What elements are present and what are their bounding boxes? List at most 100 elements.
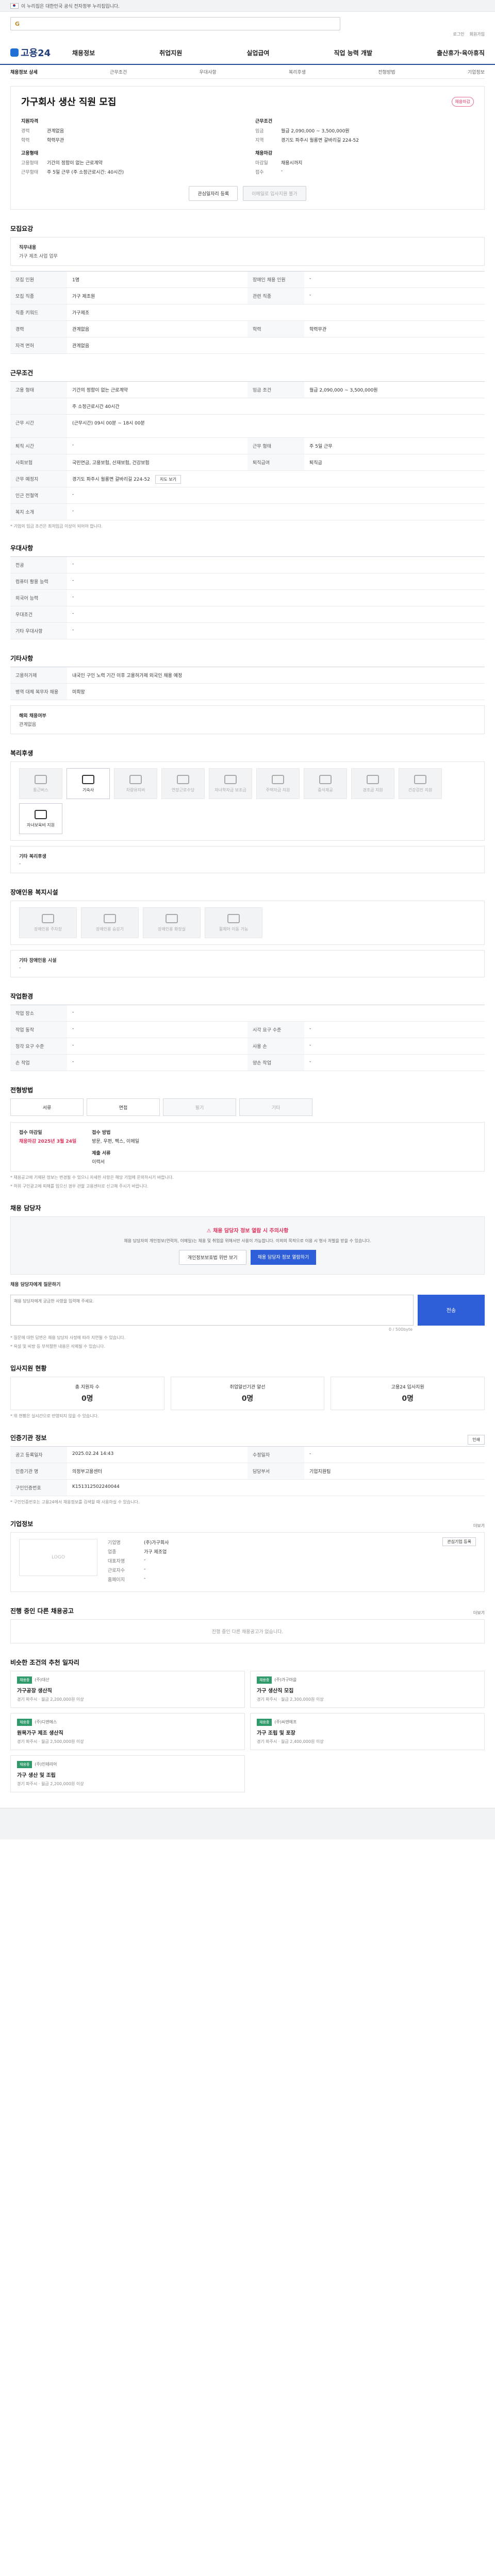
card-title[interactable]: 가구 생산직 모집 [257, 1686, 478, 1694]
recommend-card[interactable]: 채용중 (주)씨엔에프 가구 조립 및 포장 경기 파주시 · 월급 2,400,00… [250, 1713, 485, 1750]
map-button[interactable]: 지도 보기 [155, 475, 181, 484]
subnav-screening[interactable]: 전형방법 [378, 69, 395, 75]
disability-item: 휠체어 이동 가능 [205, 907, 262, 938]
disability-item: 장애인용 주차장 [19, 907, 77, 938]
scrap-button[interactable]: 관심일자리 등록 [189, 186, 238, 201]
ongoing-more-link[interactable]: 더보기 [473, 1610, 485, 1616]
disability-item: 장애인용 승강기 [81, 907, 139, 938]
korea-flag-icon [10, 3, 19, 9]
company-box: LOGO 기업명 (주)가구회사 업종 가구 제조업 대표자명 - 근로자수 - 홈페이… [10, 1532, 485, 1592]
bus-icon [35, 774, 47, 784]
company-more-link[interactable]: 더보기 [473, 1523, 485, 1529]
job-desc-heading: 직무내용 [19, 245, 37, 250]
card-title[interactable]: 가구 조립 및 포장 [257, 1728, 478, 1736]
inquiry-textarea[interactable] [10, 1294, 414, 1326]
company-value: (주)가구회사 [144, 1540, 169, 1546]
table-value: - [309, 293, 311, 298]
disability-item-label: 장애인용 화장실 [157, 926, 186, 931]
table-key: 손 작업 [10, 1055, 67, 1071]
recommend-card[interactable]: 채용중 (주)가구마을 가구 생산직 모집 경기 파주시 · 월급 2,300,000… [250, 1670, 485, 1708]
card-meta: 경기 파주시 · 월급 2,300,000원 이상 [257, 1697, 324, 1702]
subnav-preference[interactable]: 우대사항 [200, 69, 217, 75]
table-row: 모집 인원 1명 장애인 채용 인원 - [10, 272, 485, 288]
subnav-detail[interactable]: 채용정보 상세 [10, 69, 38, 75]
summary-key: 임금 [255, 129, 264, 134]
table-row: 인증기관 명 의정부고용센터 담당부서 기업지원팀 [10, 1463, 485, 1480]
logo-mark-icon [10, 48, 19, 57]
recommend-section: 비슷한 조건의 추천 일자리 채용중 (주)대산 가구공장 생산직 경기 파주시 · … [10, 1658, 485, 1792]
view-contact-button[interactable]: 채용 담당자 정보 열람하기 [250, 1249, 317, 1265]
card-meta: 경기 파주시 · 월급 2,200,000원 이상 [17, 1781, 84, 1786]
section-title: 전형방법 [10, 1087, 34, 1094]
card-title[interactable]: 가구 생산 및 조립 [17, 1771, 238, 1778]
search-input[interactable]: G [10, 17, 340, 30]
welfare-item: 기숙사 [67, 768, 110, 799]
summary-key: 고용형태 [21, 161, 39, 166]
table-key: 근무 형태 [248, 438, 304, 454]
gnb-item-leave[interactable]: 출산휴가·육아휴직 [437, 48, 485, 57]
contact-section: 채용 담당자 ⚠ 채용 담당자 정보 열람 시 주의사항 채용 담당자의 개인정… [10, 1204, 485, 1349]
table-value: 가구 제조원 [72, 294, 95, 299]
table-key: 기타 우대사항 [10, 623, 67, 639]
summary-key: 지역 [255, 138, 264, 143]
print-button[interactable]: 인쇄 [468, 1434, 485, 1445]
agency-section: 인증기관 정보 인쇄 공고 등록일자 2025.02.24 14:43 수정일자 -… [10, 1433, 485, 1505]
table-value: - [72, 509, 74, 514]
subnav-welfare[interactable]: 복리후생 [289, 69, 306, 75]
recommend-card[interactable]: 채용중 (주)대산 가구공장 생산직 경기 파주시 · 월급 2,200,000원 이… [10, 1670, 245, 1708]
disability-etc-value: - [19, 965, 21, 971]
screening-section: 전형방법 서류 면접 필기 기타 접수 마감일 채용마감 2025년 3월 24일 접… [10, 1086, 485, 1189]
gnb-item-support[interactable]: 취업지원 [159, 48, 182, 57]
workenv-table: 작업 장소 - 작업 동작 - 시각 요구 수준 - 청각 요구 수준 - 사용 손- … [10, 1005, 485, 1071]
subnav-company[interactable]: 기업정보 [468, 69, 485, 75]
like-company-button[interactable]: 관심기업 등록 [442, 1537, 476, 1546]
inquiry-send-button[interactable]: 전송 [418, 1294, 485, 1326]
company-value: - [144, 1557, 146, 1563]
summary-value: 경기도 파주시 월롱면 갈바리길 224-52 [281, 138, 359, 143]
welfare-icons-box: 통근버스 기숙사 차량유지비 연장근로수당 자녀학자금 보조금 주택자금 지원 중식제공 경조… [10, 761, 485, 841]
table-key: 사회보험 [10, 454, 67, 470]
table-key: 학력 [248, 321, 304, 337]
card-company: (주)대산 [35, 1677, 50, 1682]
company-key: 업종 [108, 1549, 117, 1555]
overseas-heading: 해외 채용여부 [19, 714, 46, 719]
job-summary-card: 가구회사 생산 직원 모집 채용마감 지원자격 경력 관계없음 학력 학력무관 고용… [10, 86, 485, 210]
signup-link[interactable]: 회원가입 [470, 31, 485, 37]
table-key: 경력 [10, 321, 67, 337]
card-title[interactable]: 가구공장 생산직 [17, 1686, 238, 1694]
job-desc-text: 가구 제조 사업 업무 [19, 254, 58, 259]
stat-value: 0명 [402, 1394, 414, 1403]
subnav-conditions[interactable]: 근무조건 [110, 69, 127, 75]
table-key: 퇴직급여 [248, 454, 304, 470]
login-link[interactable]: 로그인 [453, 31, 464, 37]
ongoing-empty: 진행 중인 다른 채용공고가 없습니다. [10, 1619, 485, 1643]
screening-note: * 허위 구인광고에 피해를 입으신 경우 관할 고용센터로 신고해 주시기 바… [10, 1184, 148, 1189]
site-logo[interactable]: 고용24 [10, 46, 67, 59]
recommend-card[interactable]: 채용중 (주)인테리어 가구 생산 및 조립 경기 파주시 · 월급 2,200,00… [10, 1755, 245, 1792]
company-value: 가구 제조업 [144, 1549, 167, 1555]
gnb-item-jobs[interactable]: 채용정보 [72, 48, 95, 57]
summary-key: 근무형태 [21, 170, 39, 175]
welfare-item-label: 자녀보육비 지원 [26, 822, 55, 827]
gnb-item-training[interactable]: 직업 능력 개발 [334, 48, 372, 57]
warning-icon: ⚠ [206, 1228, 213, 1234]
screening-step: 면접 [87, 1098, 160, 1116]
welfare-item: 건강검진 지원 [399, 768, 442, 799]
card-title[interactable]: 원목가구 제조 생산직 [17, 1728, 238, 1736]
recommend-card[interactable]: 채용중 (주)디앤에스 원목가구 제조 생산직 경기 파주시 · 월급 2,500,0… [10, 1713, 245, 1750]
privacy-law-button[interactable]: 개인정보보호법 위반 보기 [178, 1249, 246, 1265]
gnb-item-unemployment[interactable]: 실업급여 [246, 48, 269, 57]
table-key [10, 398, 67, 414]
summary-heading: 근무조건 [255, 119, 273, 124]
card-company: (주)인테리어 [35, 1761, 57, 1767]
company-key: 대표자명 [108, 1558, 125, 1564]
table-row: 우대조건 - [10, 606, 485, 623]
table-row: 컴퓨터 활용 능력 - [10, 573, 485, 590]
apply-button[interactable]: 이메일로 입사지원 불가 [243, 186, 306, 201]
disability-section: 장애인용 복지시설 장애인용 주차장 장애인용 승강기 장애인용 화장실 휠체어… [10, 888, 485, 977]
contact-warning-box: ⚠ 채용 담당자 정보 열람 시 주의사항 채용 담당자의 개인정보(연락처, … [10, 1216, 485, 1275]
welfare-item-label: 차량유지비 [126, 787, 145, 792]
table-value: - [72, 1010, 74, 1015]
table-value: - [309, 1043, 311, 1048]
welfare-item-label: 자녀학자금 보조금 [214, 787, 246, 792]
